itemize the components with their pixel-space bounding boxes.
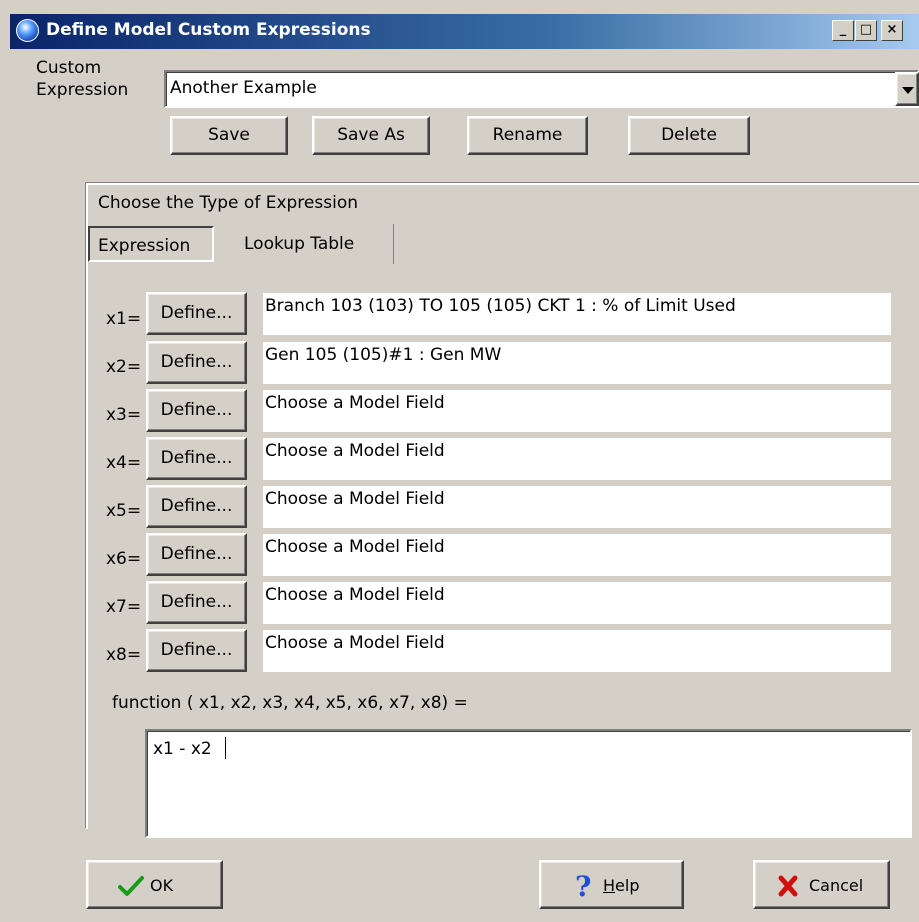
define-x4-button[interactable]: Define... [146,437,247,480]
help-label: Help [603,876,640,895]
function-textarea[interactable]: x1 - x2 [145,729,912,838]
x4-label: x4= [106,453,142,473]
check-icon [118,876,144,896]
delete-button[interactable]: Delete [628,116,750,155]
x2-field[interactable]: Gen 105 (105)#1 : Gen MW [263,342,891,384]
tab-expression[interactable]: Expression [88,226,214,262]
define-x6-button[interactable]: Define... [146,533,247,576]
custom-expression-label-1: Custom [36,58,102,78]
maximize-button[interactable]: □ [855,20,877,41]
define-x2-button[interactable]: Define... [146,341,247,384]
save-as-button[interactable]: Save As [312,116,430,155]
x6-label: x6= [106,549,142,569]
minimize-button[interactable]: _ [832,20,854,41]
x3-field[interactable]: Choose a Model Field [263,390,891,432]
custom-expression-value: Another Example [170,78,317,98]
x1-label: x1= [106,309,142,329]
function-value: x1 - x2 [153,739,212,759]
cancel-label: Cancel [809,876,864,895]
ok-label: OK [150,876,174,895]
tab-lookup-table-label: Lookup Table [244,234,355,254]
x3-label: x3= [106,405,142,425]
rename-button[interactable]: Rename [467,116,588,155]
define-x7-button[interactable]: Define... [146,581,247,624]
question-icon: ? [575,870,592,903]
x-icon [778,875,798,897]
x6-field[interactable]: Choose a Model Field [263,534,891,576]
x4-field[interactable]: Choose a Model Field [263,438,891,480]
x5-label: x5= [106,501,142,521]
window-title: Define Model Custom Expressions [46,20,371,40]
expression-type-heading: Choose the Type of Expression [98,193,358,213]
close-button[interactable]: × [881,20,903,41]
globe-icon [16,19,39,42]
define-x1-button[interactable]: Define... [146,292,247,335]
cancel-button[interactable]: Cancel [753,860,890,909]
text-cursor [225,737,226,759]
x7-label: x7= [106,597,142,617]
dialog-window: Define Model Custom Expressions _ □ × Cu… [0,0,919,922]
function-label: function ( x1, x2, x3, x4, x5, x6, x7, x… [112,693,468,713]
help-button[interactable]: ? Help [539,860,684,909]
define-x8-button[interactable]: Define... [146,629,247,672]
x7-field[interactable]: Choose a Model Field [263,582,891,624]
custom-expression-combo[interactable]: Another Example [164,70,919,108]
tab-lookup-table[interactable]: Lookup Table [228,224,394,264]
define-x5-button[interactable]: Define... [146,485,247,528]
dropdown-arrow-icon[interactable] [895,72,919,106]
title-bar[interactable]: Define Model Custom Expressions _ □ × [10,14,919,49]
ok-button[interactable]: OK [86,860,223,909]
x8-field[interactable]: Choose a Model Field [263,630,891,672]
tab-expression-label: Expression [98,236,191,256]
x5-field[interactable]: Choose a Model Field [263,486,891,528]
save-button[interactable]: Save [170,116,288,155]
custom-expression-label-2: Expression [36,80,129,100]
x8-label: x8= [106,645,142,665]
x2-label: x2= [106,357,142,377]
x1-field[interactable]: Branch 103 (103) TO 105 (105) CKT 1 : % … [263,293,891,335]
define-x3-button[interactable]: Define... [146,389,247,432]
